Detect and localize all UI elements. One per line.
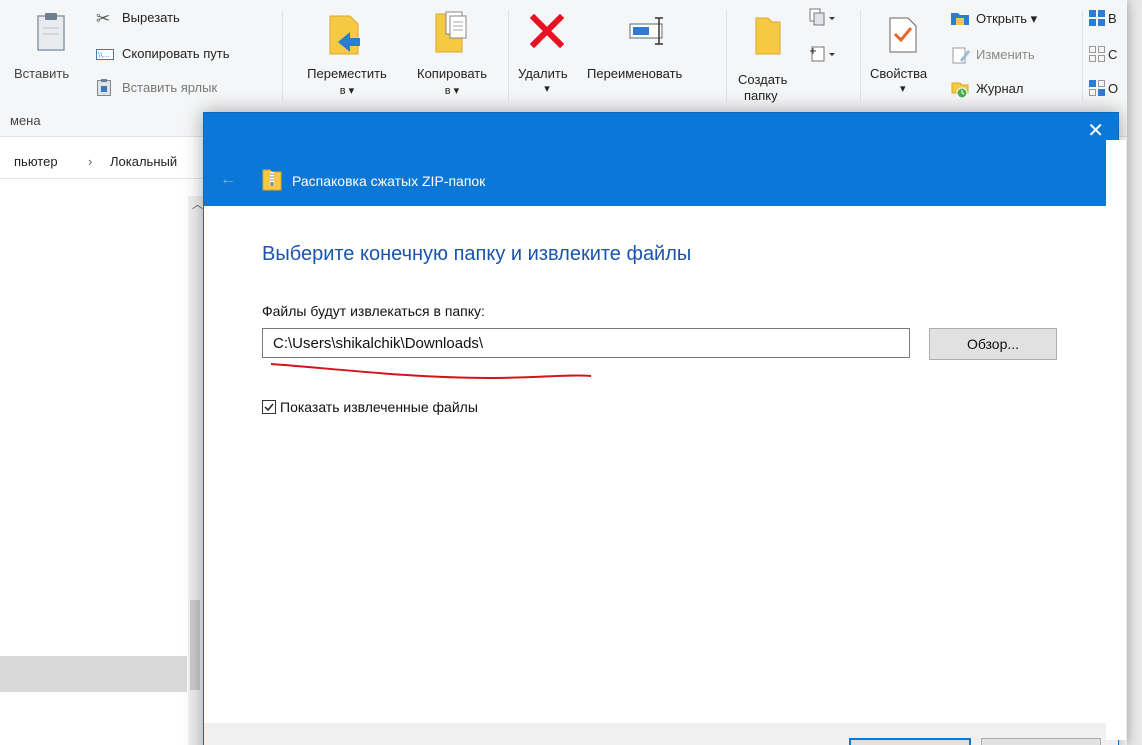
- copy-to-icon: [435, 11, 467, 53]
- show-extracted-files-checkbox[interactable]: [262, 400, 276, 414]
- history-button[interactable]: Журнал: [948, 78, 1073, 100]
- zip-folder-icon: [262, 169, 282, 191]
- nav-scrollbar-thumb[interactable]: [190, 600, 200, 690]
- ribbon: Вставить ✂ Вырезать \\... Скопировать пу…: [0, 0, 1127, 109]
- delete-button[interactable]: Удалить ▾: [512, 0, 582, 105]
- scissors-icon: ✂: [96, 9, 111, 28]
- breadcrumb-local-disk[interactable]: Локальный: [110, 154, 177, 169]
- delete-arrow: ▾: [544, 83, 550, 95]
- select-none-button[interactable]: С: [1088, 44, 1127, 66]
- easy-access-icon: [810, 46, 835, 62]
- nav-selected-item[interactable]: [0, 656, 187, 692]
- browse-button[interactable]: Обзор...: [929, 328, 1057, 360]
- rename-label: Переименовать: [587, 66, 683, 81]
- easy-access-button[interactable]: [806, 42, 842, 68]
- new-folder-button[interactable]: Создать папку: [730, 0, 804, 105]
- destination-label: Файлы будут извлекаться в папку:: [262, 303, 485, 319]
- dialog-title: Распаковка сжатых ZIP-папок: [292, 173, 486, 189]
- invert-selection-button[interactable]: О: [1088, 78, 1127, 100]
- rename-icon: [629, 17, 663, 45]
- cut-label: Вырезать: [122, 10, 180, 25]
- edit-icon: [952, 47, 970, 64]
- ribbon-separator: [1082, 10, 1083, 102]
- ribbon-separator: [726, 10, 727, 102]
- history-icon: [951, 82, 969, 99]
- open-label: Открыть ▾: [976, 11, 1038, 26]
- svg-text:\\...: \\...: [98, 51, 109, 59]
- paste-button[interactable]: Вставить: [0, 0, 88, 105]
- edit-label: Изменить: [976, 47, 1035, 62]
- paste-shortcut-label: Вставить ярлык: [122, 80, 218, 95]
- history-label: Журнал: [976, 81, 1024, 96]
- dialog-header: ✕ ← Распаковка сжатых ZIP-папок: [204, 113, 1118, 206]
- properties-arrow: ▾: [900, 83, 906, 95]
- open-button[interactable]: Открыть ▾: [948, 8, 1073, 30]
- copy-to-button[interactable]: Копировать в ▾: [402, 0, 502, 105]
- cut-button[interactable]: ✂ Вырезать: [94, 8, 274, 30]
- select-none-icon: [1089, 46, 1105, 62]
- back-arrow-icon[interactable]: ←: [220, 171, 236, 189]
- invert-selection-icon: [1089, 80, 1105, 96]
- extract-button[interactable]: [849, 738, 971, 745]
- clipboard-icon: [37, 13, 65, 51]
- new-folder-label: Создать: [738, 72, 788, 87]
- move-to-button[interactable]: Переместить в ▾: [288, 0, 400, 105]
- file-explorer-window: Вставить ✂ Вырезать \\... Скопировать пу…: [0, 0, 1127, 745]
- paste-shortcut-button[interactable]: Вставить ярлык: [94, 78, 274, 100]
- paste-shortcut-icon: [97, 79, 111, 96]
- delete-x-icon: [530, 14, 564, 48]
- close-icon[interactable]: ✕: [1087, 121, 1104, 141]
- red-annotation-underline: [270, 363, 592, 380]
- breadcrumb-separator: ›: [88, 154, 93, 169]
- open-folder-icon: [951, 13, 969, 25]
- properties-label: Свойства: [870, 66, 928, 81]
- copy-to-arrow: в ▾: [444, 85, 460, 97]
- copy-path-label: Скопировать путь: [122, 46, 230, 61]
- chevron-up-icon[interactable]: ︿: [192, 196, 203, 212]
- properties-button[interactable]: Свойства ▾: [864, 0, 946, 105]
- select-all-icon: [1089, 10, 1105, 26]
- delete-label: Удалить: [518, 66, 568, 81]
- new-item-icon: [809, 8, 835, 26]
- move-to-label: Переместить: [307, 66, 387, 81]
- rename-button[interactable]: Переименовать: [585, 0, 720, 105]
- ribbon-group-label: мена: [10, 113, 41, 128]
- edit-button[interactable]: Изменить: [948, 44, 1073, 66]
- new-item-button[interactable]: [806, 6, 842, 32]
- move-to-arrow: в ▾: [339, 85, 355, 97]
- move-to-icon: [329, 15, 360, 55]
- right-pane-edge: [1106, 140, 1126, 740]
- destination-path-input[interactable]: [262, 328, 910, 358]
- cancel-button[interactable]: [981, 738, 1101, 745]
- invert-selection-label: О: [1108, 81, 1119, 96]
- breadcrumb-computer[interactable]: пьютер: [14, 154, 58, 169]
- ribbon-separator: [860, 10, 861, 102]
- paste-label: Вставить: [14, 66, 70, 81]
- ribbon-separator: [282, 10, 283, 102]
- extract-zip-dialog: ✕ ← Распаковка сжатых ZIP-папок Выберите…: [203, 112, 1119, 745]
- copy-path-button[interactable]: \\... Скопировать путь: [94, 44, 279, 66]
- checkmark-icon: [264, 403, 274, 412]
- select-all-button[interactable]: В: [1088, 8, 1127, 30]
- show-extracted-files-label: Показать извлеченные файлы: [280, 399, 478, 415]
- dialog-heading: Выберите конечную папку и извлеките файл…: [262, 243, 692, 265]
- select-none-label: С: [1108, 47, 1118, 62]
- copy-path-icon: \\...: [96, 49, 114, 60]
- copy-to-label: Копировать: [417, 66, 487, 81]
- ribbon-separator: [508, 10, 509, 102]
- new-folder-icon: [755, 17, 781, 55]
- show-extracted-files-option[interactable]: Показать извлеченные файлы: [262, 399, 478, 415]
- properties-check-icon: [889, 17, 917, 53]
- new-folder-label-2: папку: [744, 88, 778, 103]
- select-all-label: В: [1108, 11, 1117, 26]
